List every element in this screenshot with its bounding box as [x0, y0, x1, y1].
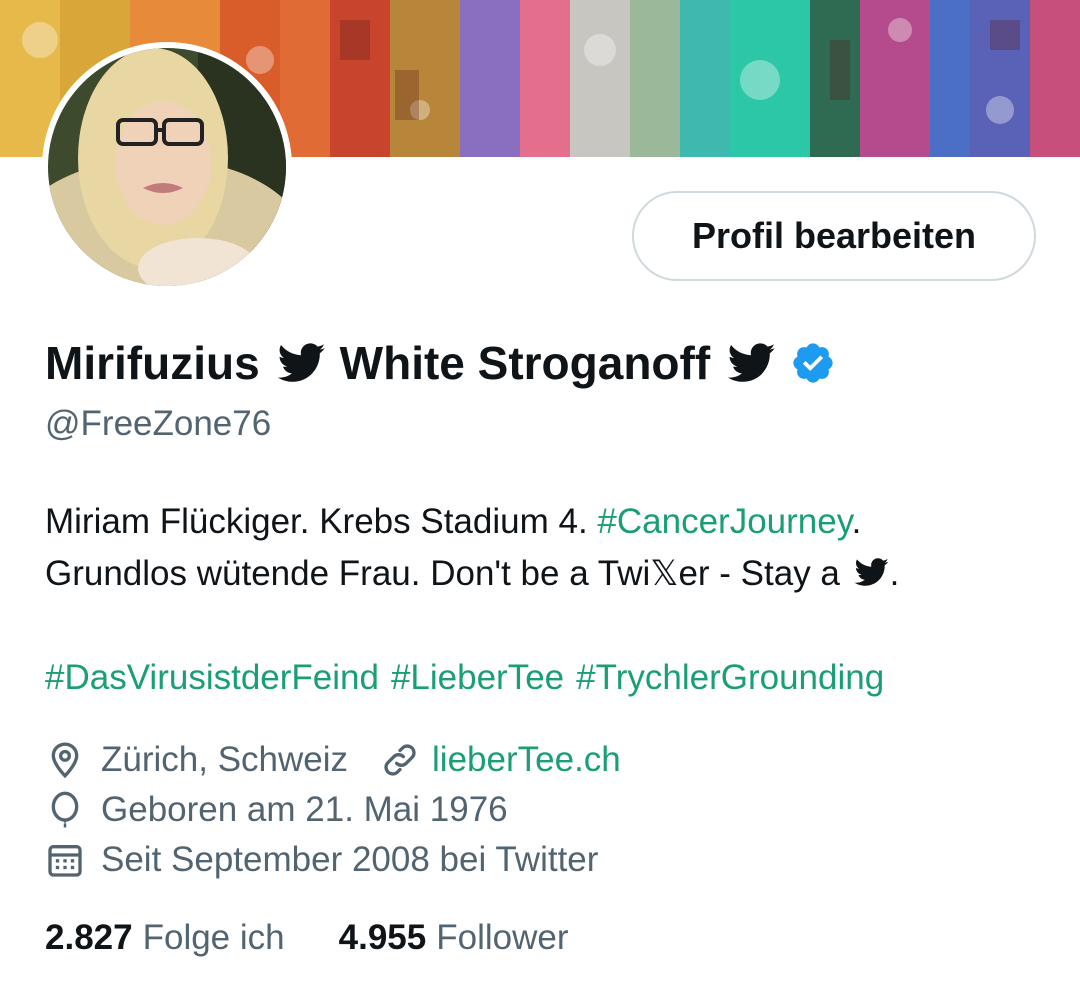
location-pin-icon	[45, 740, 85, 780]
bio-line2-text: Grundlos wütende Frau. Don't be a Twi𝕏er…	[45, 554, 850, 593]
hashtag-link[interactable]: #DasVirusistderFeind	[45, 658, 379, 697]
bio-line1-end: .	[851, 502, 862, 541]
bio-line-2: Grundlos wütende Frau. Don't be a Twi𝕏er…	[45, 548, 899, 600]
website-link[interactable]: lieberTee.ch	[432, 740, 621, 780]
profile-display-name: Mirifuzius White Stroganoff	[45, 328, 836, 398]
twitter-bird-icon	[277, 342, 326, 384]
profile-birthday-row: Geboren am 21. Mai 1976	[45, 790, 508, 830]
following-count: 2.827	[45, 918, 133, 957]
profile-avatar[interactable]	[42, 42, 292, 292]
profile-bio: Miriam Flückiger. Krebs Stadium 4. #Canc…	[45, 496, 899, 600]
bio-hashtags: #DasVirusistderFeind #LieberTee #TrychlerG…	[45, 652, 896, 704]
link-icon	[380, 740, 420, 780]
profile-handle: @FreeZone76	[45, 404, 272, 443]
avatar-photo	[48, 48, 286, 286]
edit-profile-button[interactable]: Profil bearbeiten	[632, 191, 1036, 281]
twitter-bird-icon	[854, 551, 890, 586]
display-name-part1: Mirifuzius	[45, 337, 260, 389]
profile-stats: 2.827 Folge ich 4.955 Follower	[45, 918, 568, 958]
profile-joined-row: Seit September 2008 bei Twitter	[45, 840, 598, 880]
following-link[interactable]: 2.827 Folge ich	[45, 918, 285, 958]
followers-count: 4.955	[338, 918, 427, 957]
twitter-bird-icon	[727, 342, 776, 384]
calendar-icon	[45, 840, 85, 880]
bio-line2-end: .	[889, 554, 900, 593]
display-name-part2: White Stroganoff	[339, 337, 711, 389]
hashtag-link[interactable]: #LieberTee	[391, 658, 564, 697]
joined-text: Seit September 2008 bei Twitter	[101, 840, 599, 879]
followers-link[interactable]: 4.955 Follower	[339, 918, 569, 958]
bio-line-1: Miriam Flückiger. Krebs Stadium 4. #Canc…	[45, 496, 899, 548]
hashtag-link[interactable]: #TrychlerGrounding	[576, 658, 884, 697]
followers-label: Follower	[436, 918, 569, 957]
profile-page: Profil bearbeiten Mirifuzius White Strog…	[0, 0, 1080, 1006]
bio-line1-text: Miriam Flückiger. Krebs Stadium 4.	[45, 502, 598, 541]
hashtag-link[interactable]: #CancerJourney	[597, 502, 851, 541]
verified-badge-icon[interactable]	[790, 340, 836, 386]
birthday-text: Geboren am 21. Mai 1976	[101, 790, 508, 829]
following-label: Folge ich	[142, 918, 285, 957]
location-text: Zürich, Schweiz	[101, 740, 349, 779]
profile-location-row: Zürich, Schweiz lieberTee.ch	[45, 740, 621, 780]
balloon-icon	[45, 790, 85, 830]
